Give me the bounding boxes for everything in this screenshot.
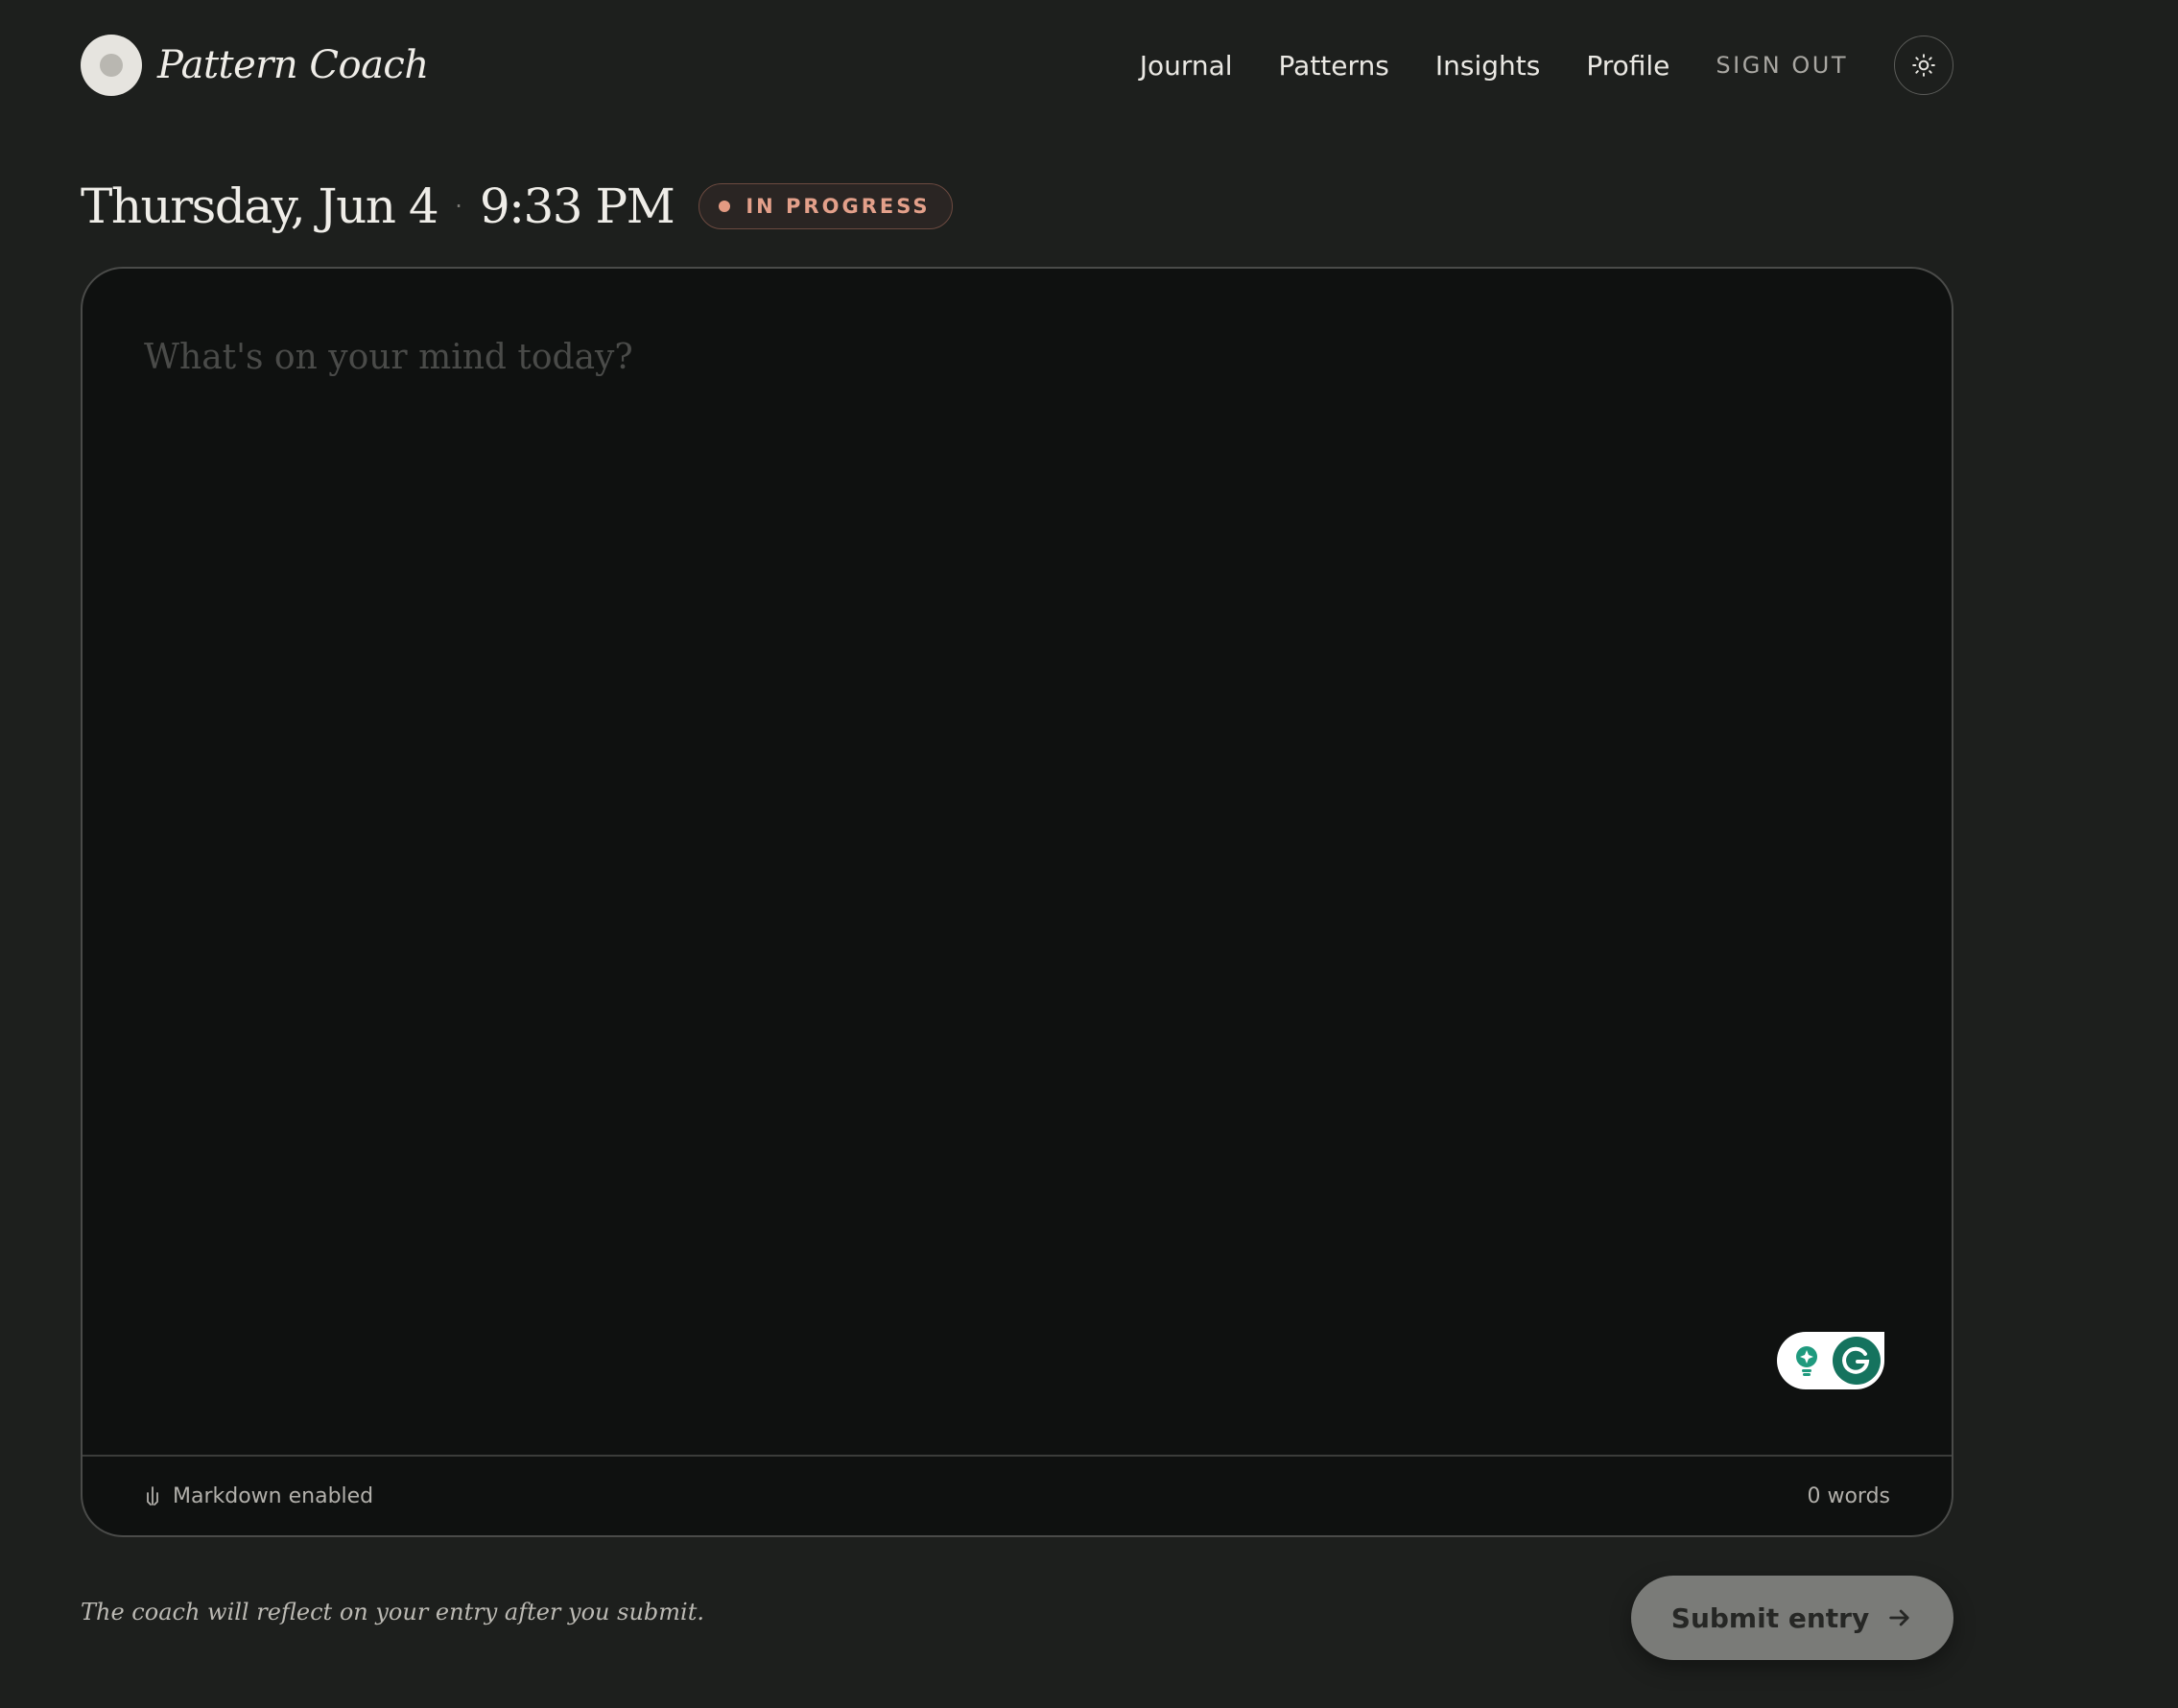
- title-separator: ·: [455, 193, 462, 220]
- top-nav-bar: Pattern Coach Journal Patterns Insights …: [81, 31, 1953, 100]
- arrow-right-icon: [1886, 1604, 1913, 1631]
- markdown-icon: [147, 1486, 158, 1506]
- nav-item-profile[interactable]: Profile: [1586, 50, 1669, 82]
- status-badge: IN PROGRESS: [698, 183, 953, 229]
- sign-out-button[interactable]: SIGN OUT: [1716, 52, 1848, 79]
- theme-toggle-button[interactable]: [1894, 36, 1953, 95]
- grammarly-g-icon: [1842, 1346, 1870, 1374]
- sun-icon: [1912, 54, 1935, 77]
- markdown-indicator: Markdown enabled: [144, 1484, 373, 1508]
- entry-title-row: Thursday, Jun 4 · 9:33 PM IN PROGRESS: [81, 173, 953, 240]
- grammarly-suggestion-icon: [1796, 1346, 1817, 1376]
- submit-label: Submit entry: [1670, 1601, 1870, 1634]
- status-label: IN PROGRESS: [746, 195, 931, 218]
- journal-page: Pattern Coach Journal Patterns Insights …: [0, 0, 2178, 1708]
- entry-time: 9:33 PM: [479, 178, 675, 234]
- submit-entry-button[interactable]: Submit entry: [1631, 1576, 1953, 1660]
- status-dot-icon: [719, 201, 731, 212]
- grammarly-widget[interactable]: [1777, 1332, 1884, 1389]
- circle-logo-icon: [81, 35, 142, 96]
- nav-item-patterns[interactable]: Patterns: [1279, 50, 1389, 82]
- grammarly-logo-icon: [1833, 1337, 1881, 1385]
- brand[interactable]: Pattern Coach: [81, 31, 429, 100]
- logo-inner-dot: [100, 54, 123, 77]
- word-count: 0 words: [1807, 1483, 1890, 1508]
- main-nav: Journal Patterns Insights Profile SIGN O…: [1140, 31, 1953, 100]
- journal-entry-input[interactable]: [83, 269, 1952, 1457]
- nav-item-journal[interactable]: Journal: [1140, 50, 1233, 82]
- brand-name: Pattern Coach: [157, 43, 429, 87]
- coach-note: The coach will reflect on your entry aft…: [81, 1599, 704, 1625]
- nav-item-insights[interactable]: Insights: [1435, 50, 1540, 82]
- editor-footer: Markdown enabled 0 words: [83, 1455, 1952, 1535]
- journal-editor: Markdown enabled 0 words: [81, 267, 1953, 1537]
- entry-date: Thursday, Jun 4: [81, 178, 439, 234]
- markdown-label: Markdown enabled: [173, 1483, 374, 1508]
